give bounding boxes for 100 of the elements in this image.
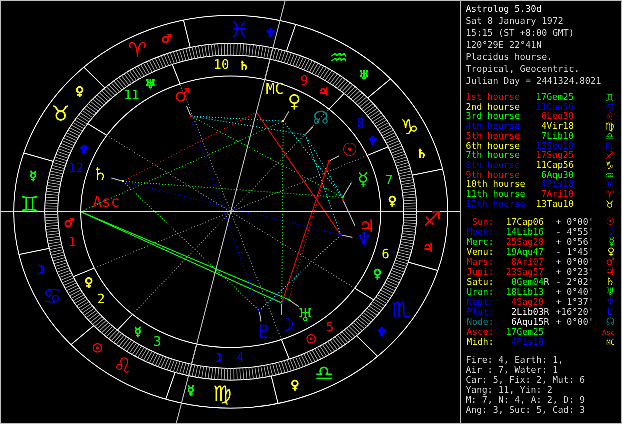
planet-position: 23Sag57 <box>505 268 544 278</box>
house-number: 11 <box>124 88 140 104</box>
planet-glyph: ☿ <box>358 169 369 190</box>
planet-position: 0Gem04 <box>511 278 544 288</box>
ruler-glyph: ♀ <box>388 194 397 208</box>
planet-glyph: ♂ <box>174 86 191 107</box>
planet-label: Midh: <box>466 338 494 348</box>
planet-position: 4Pis18 <box>510 338 544 348</box>
element-summary-text: Car: 5, Fix: 2, Mut: 6 <box>466 376 586 386</box>
ruler-glyph: ♃ <box>318 84 330 99</box>
house-label: 4th hourse <box>466 123 522 132</box>
ruler-glyph: ♃ <box>423 241 434 256</box>
zodiac-sign-glyph: ♋ <box>42 284 62 308</box>
house-label: 10th hourse <box>466 181 524 190</box>
sign-glyph: ♈ <box>604 191 616 201</box>
planet-glyph: ♂ <box>605 258 616 268</box>
planet-glyph: ♇ <box>256 322 272 343</box>
ruler-glyph: ♀ <box>76 84 84 98</box>
ruler-glyph: ♀ <box>290 378 300 392</box>
chart-info-text: Tropical, Geocentric. <box>466 64 581 76</box>
ruler-glyph: ♅ <box>145 78 156 92</box>
planet-latitude: + 0°56' <box>556 238 594 248</box>
house-label: 8th hourse <box>466 162 522 171</box>
ruler-glyph: ♅ <box>358 68 370 82</box>
ruler-glyph: ♀ <box>373 267 382 282</box>
planet-glyph: ☉ <box>605 218 616 228</box>
element-summary-text: Yang: 11, Yin: 2 <box>466 386 553 396</box>
house-cusp-position: 4Pis18 <box>540 181 574 190</box>
position-marker <box>258 310 262 322</box>
ruler-glyph: ☿ <box>30 168 38 183</box>
house-number: 1 <box>68 236 77 251</box>
ruler-glyph: ♄ <box>416 146 428 161</box>
program-title: Astrolog 5.30d <box>466 4 543 16</box>
house-number: 5 <box>326 320 334 336</box>
sign-glyph: ♓ <box>604 181 616 192</box>
element-summary-text: Air : 7, Water: 1 <box>466 366 560 376</box>
planet-glyph: ♀ <box>608 248 616 258</box>
house-cusp-position: 4Vir18 <box>540 123 574 132</box>
planet-label: Plut: <box>466 308 494 318</box>
planet-glyph: ☿ <box>608 238 616 248</box>
ruler-glyph: ☿ <box>134 325 142 340</box>
house-cusp-position: 17Sag25 <box>535 152 574 162</box>
sign-glyph: ♎ <box>604 132 616 143</box>
house-number: 7 <box>385 173 394 188</box>
planet-glyph: ♇ <box>605 308 616 318</box>
house-label: 9th hourse <box>466 172 520 181</box>
zodiac-sign-glyph: ♍ <box>213 382 232 406</box>
planet-label: Mars: <box>466 258 494 268</box>
zodiac-sign-glyph: ♊ <box>20 192 40 216</box>
ruler-glyph: ♂ <box>161 32 172 46</box>
position-marker <box>281 302 284 316</box>
sign-glyph: ♑ <box>604 162 616 172</box>
element-summary-text: Fire: 4, Earth: 1, <box>466 356 565 366</box>
ruler-glyph: ☿ <box>187 384 195 398</box>
zodiac-sign-glyph: ♌ <box>114 354 132 378</box>
house-cusp-position: 11Can56 <box>535 104 574 113</box>
house-cusp-position: 13Sco10 <box>535 142 574 152</box>
planet-glyph: ☊ <box>313 108 330 130</box>
planet-glyph: ☽ <box>605 228 616 238</box>
planet-glyph: ♆ <box>605 298 616 308</box>
planet-position: 19Aqu47 <box>505 248 544 258</box>
zodiac-sign-glyph: ♎ <box>314 362 334 386</box>
zodiac-sign-glyph: ♉ <box>52 102 70 126</box>
ruler-glyph: ♀ <box>84 276 94 290</box>
house-label: 3rd hourse <box>466 113 522 122</box>
position-marker <box>186 106 192 118</box>
house-cusp-position: 6Aqu30 <box>540 172 574 181</box>
planet-label: Moon: <box>466 228 494 238</box>
sign-glyph: ♍ <box>604 123 616 133</box>
house-number: 12 <box>68 161 84 176</box>
planet-position: 4Sag20 <box>510 298 544 308</box>
retrograde-mark: R <box>544 278 550 288</box>
chart-info-text: Julian Day = 2441324.8021 <box>466 76 602 88</box>
planet-label: Merc: <box>466 238 494 248</box>
planet-label: Asce: <box>466 328 494 338</box>
planet-label: Venu: <box>466 248 494 258</box>
planet-glyph: ♃ <box>605 268 616 278</box>
house-label: 12th hourse <box>466 200 524 210</box>
position-marker <box>282 111 290 122</box>
ruler-glyph: ♆ <box>376 326 388 340</box>
zodiac-sign-glyph: ♑ <box>400 116 420 140</box>
chart-info-text: 15:15 (ST +8:00 GMT) <box>466 28 576 40</box>
planet-latitude: + 0°40' <box>556 288 594 298</box>
zodiac-sign-glyph: ♏ <box>392 298 410 322</box>
planet-glyph: ♄ <box>605 278 616 288</box>
planet-position: 17Gem25 <box>505 328 544 338</box>
element-summary-text: M: 7, N: 4, A: 2, D: 9 <box>466 396 586 406</box>
ruler-glyph: ♂ <box>64 216 75 230</box>
sign-glyph: ♉ <box>604 200 616 210</box>
midheaven-label: MC <box>266 80 284 98</box>
planet-glyph: ♀ <box>288 92 302 113</box>
planet-glyph: ☊ <box>605 318 616 328</box>
planet-label: Nept: <box>466 298 494 308</box>
zodiac-sign-glyph: ♓ <box>230 18 249 42</box>
planet-position: 2Lib03 <box>510 308 544 318</box>
planet-position: 17Cap06 <box>505 218 544 228</box>
planet-latitude: + 0°00' <box>556 318 594 328</box>
ruler-glyph: ♄ <box>238 58 250 73</box>
planet-latitude: - 1°45' <box>556 248 594 258</box>
position-marker <box>111 178 124 182</box>
